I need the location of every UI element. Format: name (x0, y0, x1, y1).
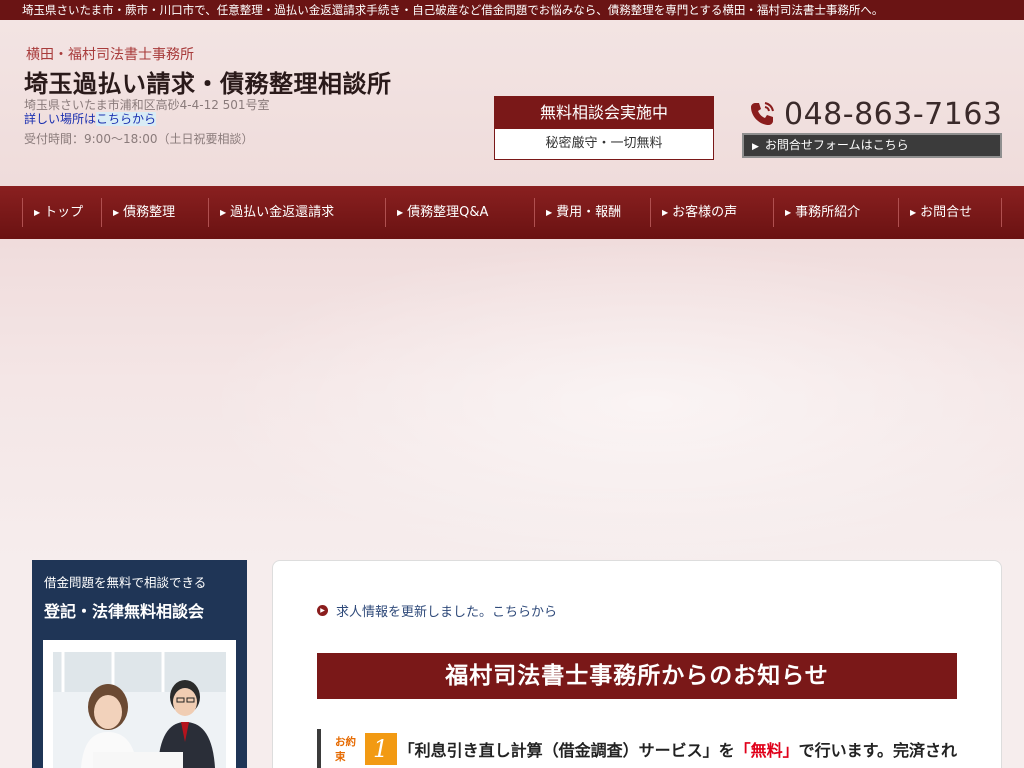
nav-item-top[interactable]: ▶ トップ (22, 186, 83, 239)
nav-label: 債務整理Q&A (407, 205, 489, 220)
nav-bullet-icon: ▶ (785, 208, 792, 217)
contact-form-button-label: お問合せフォームはこちら (764, 138, 909, 152)
location-link[interactable]: こちらから (96, 112, 157, 126)
hero-decoration (200, 239, 1024, 560)
news-text: 求人情報を更新しました。こちらから (336, 605, 558, 620)
phone-number: 048-863-7163 (784, 96, 1003, 132)
top-announcement-text: 埼玉県さいたま市・蕨市・川口市で、任意整理・過払い金返還請求手続き・自己破産など… (22, 3, 884, 17)
nav-bullet-icon: ▶ (546, 208, 553, 217)
promise-text-part-b: で行います。完済され (798, 741, 957, 760)
hero-banner (0, 239, 1024, 560)
promise-text-part-a: 「利息引き直し計算（借金調査）サービス」を (398, 741, 735, 760)
nav-bullet-icon: ▶ (662, 208, 669, 217)
nav-label: 過払い金返還請求 (230, 205, 335, 220)
nav-item-voices[interactable]: ▶ お客様の声 (650, 186, 737, 239)
consultation-subtitle: 秘密厳守・一切無料 (545, 136, 663, 151)
notice-heading: 福村司法書士事務所からのお知らせ (317, 653, 957, 699)
top-announcement-bar: 埼玉県さいたま市・蕨市・川口市で、任意整理・過払い金返還請求手続き・自己破産など… (0, 0, 1024, 20)
nav-bullet-icon: ▶ (397, 208, 404, 217)
nav-item-debt-settlement[interactable]: ▶ 債務整理 (101, 186, 175, 239)
nav-label: 事務所紹介 (795, 205, 861, 220)
play-circle-icon: ▶ (317, 605, 328, 616)
sidebar-title: 登記・法律無料相談会 (44, 602, 205, 621)
nav-separator (1001, 198, 1002, 227)
promise-label: お約束 (335, 736, 356, 763)
news-item[interactable]: ▶ 求人情報を更新しました。こちらから (317, 601, 557, 620)
nav-label: お問合せ (920, 205, 973, 220)
business-hours: 受付時間：9:00〜18:00（土日祝要相談） (24, 132, 254, 146)
nav-bullet-icon: ▶ (910, 208, 917, 217)
sidebar-consultation-banner[interactable]: 借金問題を無料で相談できる 登記・法律無料相談会 (32, 560, 247, 768)
nav-item-fees[interactable]: ▶ 費用・報酬 (534, 186, 621, 239)
nav-item-contact[interactable]: ▶ お問合せ (898, 186, 972, 239)
location-line: 詳しい場所はこちらから (24, 110, 157, 127)
global-nav: ▶ トップ ▶ 債務整理 ▶ 過払い金返還請求 ▶ 債務整理Q&A ▶ 費用・報酬 ▶ お客… (0, 186, 1024, 239)
consultation-photo-frame (43, 640, 236, 768)
nav-bullet-icon: ▶ (34, 208, 41, 217)
promise-heading: お約束 1 「利息引き直し計算（借金調査）サービス」を「無料」で行います。完済さ… (317, 729, 957, 768)
nav-label: お客様の声 (672, 205, 738, 220)
main-content-panel: ▶ 求人情報を更新しました。こちらから 福村司法書士事務所からのお知らせ お約束… (272, 560, 1002, 768)
location-prefix: 詳しい場所は (24, 112, 97, 126)
site-header: 横田・福村司法書士事務所 埼玉過払い請求・債務整理相談所 埼玉県さいたま市浦和区… (0, 20, 1024, 186)
promise-number: 1 (364, 733, 397, 765)
phone-contact[interactable]: 048-863-7163 (748, 94, 1003, 134)
nav-label: トップ (44, 205, 84, 220)
nav-label: 債務整理 (123, 205, 176, 220)
site-title[interactable]: 埼玉過払い請求・債務整理相談所 (24, 64, 392, 99)
office-name: 横田・福村司法書士事務所 (26, 47, 194, 63)
nav-item-overpayment[interactable]: ▶ 過払い金返還請求 (208, 186, 334, 239)
promise-text-free: 「無料」 (734, 741, 799, 760)
promise-text: 「利息引き直し計算（借金調査）サービス」を「無料」で行います。完済され (399, 737, 957, 761)
nav-item-office[interactable]: ▶ 事務所紹介 (773, 186, 860, 239)
play-arrow-icon: ▶ (752, 142, 759, 152)
nav-label: 費用・報酬 (556, 205, 622, 220)
nav-bullet-icon: ▶ (113, 208, 120, 217)
free-consultation-banner[interactable]: 無料相談会実施中 秘密厳守・一切無料 (494, 96, 714, 160)
phone-icon (751, 102, 774, 125)
consultation-photo (53, 652, 226, 768)
nav-item-qa[interactable]: ▶ 債務整理Q&A (385, 186, 488, 239)
nav-bullet-icon: ▶ (220, 208, 227, 217)
sidebar-subtitle: 借金問題を無料で相談できる (44, 575, 207, 590)
contact-form-button[interactable]: ▶ お問合せフォームはこちら (742, 133, 1002, 158)
consultation-title: 無料相談会実施中 (495, 97, 713, 129)
